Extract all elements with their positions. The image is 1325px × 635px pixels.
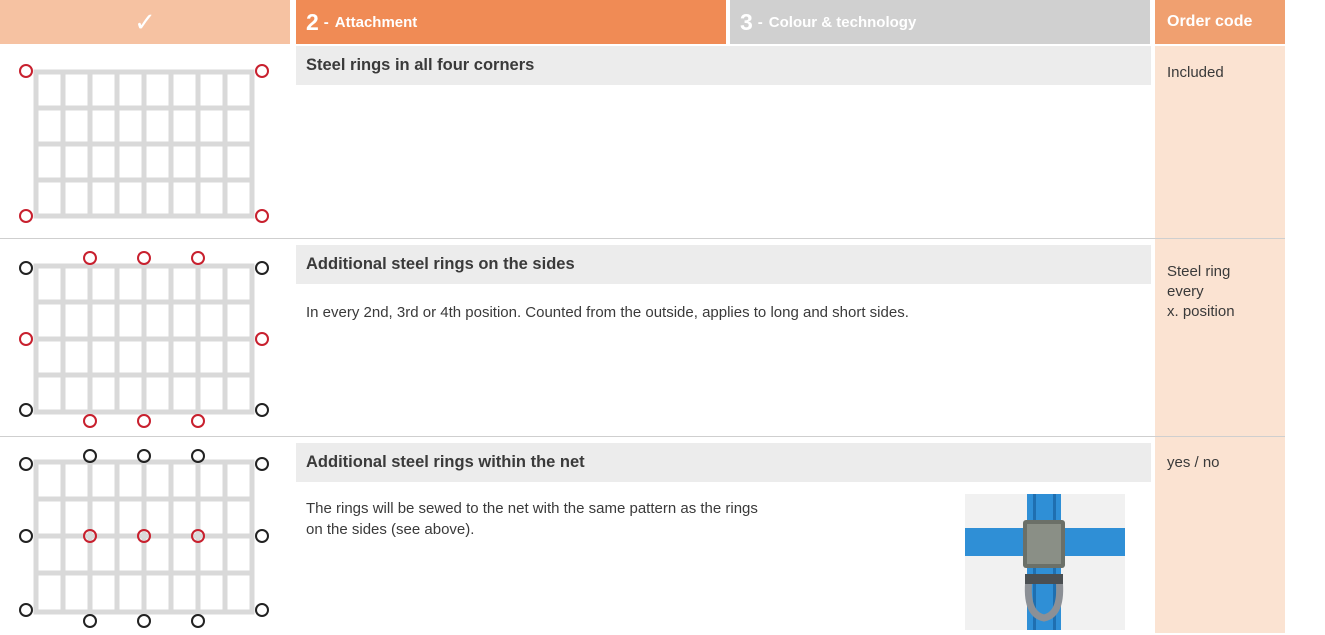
order-code-side-rings: Steel ring every x. position bbox=[1167, 262, 1235, 322]
order-code-line: Steel ring bbox=[1167, 263, 1231, 280]
side-ring bbox=[191, 614, 205, 628]
corner-ring bbox=[255, 209, 269, 223]
side-ring bbox=[255, 332, 269, 346]
corner-ring bbox=[19, 209, 33, 223]
option-title: Steel rings in all four corners bbox=[306, 56, 535, 74]
corner-ring bbox=[19, 403, 33, 417]
product-configurator: ✓ 2 - Attachment 3 - Colour & technology… bbox=[0, 0, 1325, 633]
option-corner-rings[interactable]: Steel rings in all four corners bbox=[296, 46, 1151, 85]
corner-ring bbox=[255, 403, 269, 417]
order-code-line: every bbox=[1167, 283, 1204, 300]
corner-ring bbox=[255, 261, 269, 275]
order-code-line: x. position bbox=[1167, 303, 1235, 320]
section-divider bbox=[0, 238, 1285, 239]
corner-ring bbox=[19, 261, 33, 275]
order-code-line: yes / no bbox=[1167, 454, 1220, 471]
order-code-column bbox=[1155, 46, 1285, 633]
corner-ring bbox=[255, 457, 269, 471]
corner-ring bbox=[255, 64, 269, 78]
order-code-heading: Order code bbox=[1167, 13, 1253, 30]
corner-ring bbox=[19, 603, 33, 617]
order-code-line: Included bbox=[1167, 64, 1224, 81]
step-number: 3 bbox=[740, 8, 753, 35]
option-title: Additional steel rings within the net bbox=[306, 453, 585, 471]
description-line: In every 2nd, 3rd or 4th position. Count… bbox=[306, 304, 909, 321]
step-label: Attachment bbox=[334, 13, 418, 31]
option-description: The rings will be sewed to the net with … bbox=[306, 498, 758, 540]
side-ring bbox=[137, 414, 151, 428]
description-line: The rings will be sewed to the net with … bbox=[306, 500, 758, 517]
strap-with-d-ring-photo bbox=[965, 494, 1125, 630]
order-code-header: Order code bbox=[1155, 0, 1285, 44]
net-diagram-side-rings bbox=[19, 251, 269, 428]
side-ring bbox=[19, 529, 33, 543]
corner-ring bbox=[19, 64, 33, 78]
side-ring bbox=[83, 414, 97, 428]
tab-attachment[interactable]: 2 - Attachment bbox=[296, 0, 726, 44]
corner-ring bbox=[255, 603, 269, 617]
step-number: 2 bbox=[306, 8, 319, 35]
option-description: In every 2nd, 3rd or 4th position. Count… bbox=[306, 302, 909, 323]
net-mesh bbox=[33, 69, 255, 219]
side-ring bbox=[83, 614, 97, 628]
tab-colour-technology[interactable]: 3 - Colour & technology bbox=[730, 0, 1150, 44]
option-inner-rings[interactable]: Additional steel rings within the net bbox=[296, 443, 1151, 482]
side-ring bbox=[19, 332, 33, 346]
side-ring bbox=[137, 251, 151, 265]
section-divider bbox=[0, 436, 1285, 437]
step-separator: - bbox=[757, 13, 763, 31]
option-side-rings[interactable]: Additional steel rings on the sides bbox=[296, 245, 1151, 284]
net-diagram-inner-rings bbox=[19, 449, 269, 628]
side-ring bbox=[83, 251, 97, 265]
net-mesh bbox=[33, 459, 255, 615]
strap-with-d-ring-icon bbox=[965, 494, 1125, 630]
side-ring bbox=[191, 414, 205, 428]
option-title: Additional steel rings on the sides bbox=[306, 255, 575, 273]
description-line: on the sides (see above). bbox=[306, 521, 475, 538]
step-separator: - bbox=[323, 13, 329, 31]
order-code-corner-rings: Included bbox=[1167, 63, 1224, 83]
side-ring bbox=[137, 614, 151, 628]
net-diagram-corner-rings bbox=[19, 64, 269, 223]
net-mesh bbox=[33, 263, 255, 415]
step1-completed-tab[interactable]: ✓ bbox=[0, 0, 290, 44]
checkmark-icon: ✓ bbox=[134, 6, 156, 37]
side-ring bbox=[255, 529, 269, 543]
step-label: Colour & technology bbox=[768, 13, 917, 31]
side-ring bbox=[191, 251, 205, 265]
order-code-inner-rings: yes / no bbox=[1167, 453, 1220, 473]
corner-ring bbox=[19, 457, 33, 471]
